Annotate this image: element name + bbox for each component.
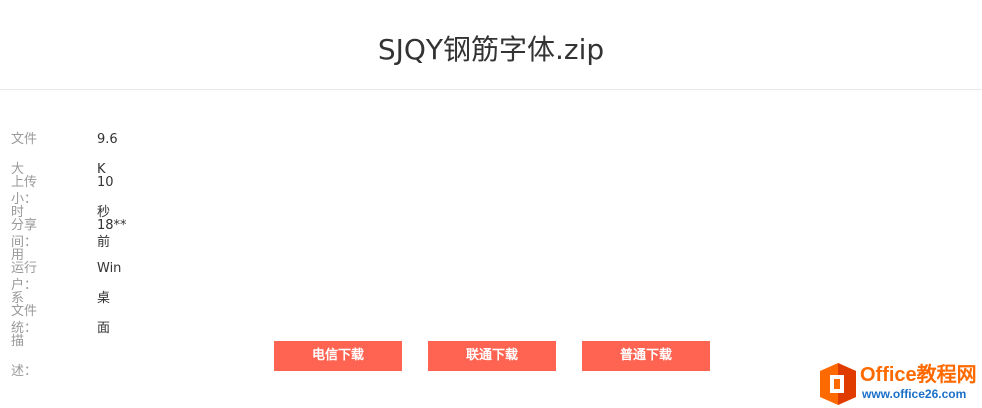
watermark: Office教程网 www.office26.com xyxy=(818,362,978,405)
office-logo-icon xyxy=(820,363,856,405)
watermark-url: www.office26.com xyxy=(862,387,967,401)
description-label: 文件描述： xyxy=(11,304,38,379)
page-header: SJQY钢筋字体.zip xyxy=(0,0,982,90)
unicom-download-button[interactable]: 联通下载 xyxy=(428,341,556,371)
user-value: 18** xyxy=(97,218,127,233)
telecom-download-button[interactable]: 电信下载 xyxy=(274,341,402,371)
file-title: SJQY钢筋字体.zip xyxy=(377,33,605,66)
download-page: SJQY钢筋字体.zip 文件大小： 9.6 K 上传时间： 10 秒前 分享用… xyxy=(0,0,982,408)
watermark-brand: Office教程网 xyxy=(860,364,977,386)
os-value: Win桌面 xyxy=(97,261,122,336)
normal-download-button[interactable]: 普通下载 xyxy=(582,341,710,371)
